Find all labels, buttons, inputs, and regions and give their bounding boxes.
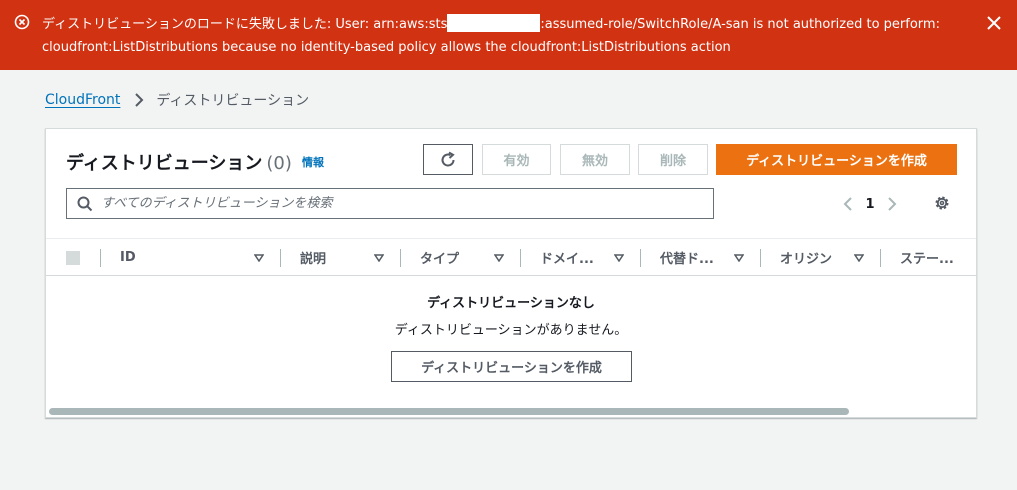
column-label: 代替ド... [660, 252, 714, 267]
column-divider [880, 249, 881, 267]
close-icon[interactable] [985, 14, 1003, 32]
empty-state-description: ディストリビューションがありません。 [394, 323, 628, 338]
chevron-right-icon [888, 197, 897, 211]
sort-caret-icon [734, 254, 744, 262]
error-icon [14, 14, 30, 30]
error-message-prefix: ディストリビューションのロードに失敗しました: User: arn:aws:st… [42, 17, 448, 32]
info-link[interactable]: 情報 [302, 154, 324, 170]
distribution-count: (0) [266, 153, 292, 174]
sort-caret-icon [494, 254, 504, 262]
disable-button[interactable]: 無効 [560, 144, 630, 175]
error-banner: ディストリビューションのロードに失敗しました: User: arn:aws:st… [0, 0, 1017, 70]
search-input[interactable] [101, 196, 691, 211]
redacted-account-id [447, 14, 541, 32]
select-all-checkbox[interactable] [66, 251, 80, 265]
column-divider [760, 249, 761, 267]
scrollbar-thumb[interactable] [49, 408, 849, 415]
column-label: ステー... [900, 252, 954, 267]
refresh-button[interactable] [423, 144, 473, 175]
column-divider [520, 249, 521, 267]
refresh-icon [441, 151, 455, 166]
empty-create-distribution-button[interactable]: ディストリビューションを作成 [391, 351, 632, 382]
column-divider [100, 249, 101, 267]
horizontal-scrollbar[interactable] [46, 405, 976, 417]
sort-caret-icon [374, 254, 384, 262]
sort-caret-icon [614, 254, 624, 262]
column-header-status[interactable]: ステー... [880, 239, 976, 276]
gear-icon[interactable] [933, 194, 951, 212]
delete-button[interactable]: 削除 [638, 144, 708, 175]
prev-page-button[interactable] [838, 194, 858, 214]
page-number[interactable]: 1 [858, 197, 882, 212]
empty-state-title: ディストリビューションなし [427, 296, 595, 311]
column-header-alternate-domain[interactable]: 代替ド... [640, 239, 760, 276]
column-label: タイプ [420, 252, 460, 267]
column-label: ID [120, 250, 136, 265]
search-icon [77, 196, 93, 211]
column-divider [280, 249, 281, 267]
column-divider [400, 249, 401, 267]
column-label: オリジン [780, 252, 833, 267]
distributions-panel: ディストリビューション (0) 情報 有効 無効 削除 ディストリビューションを作… [45, 128, 977, 418]
sort-caret-icon [854, 254, 864, 262]
sort-caret-icon [254, 254, 264, 262]
column-label: 説明 [300, 252, 327, 267]
breadcrumb-cloudfront-link[interactable]: CloudFront [45, 92, 120, 108]
column-header-id[interactable]: ID [100, 239, 280, 276]
next-page-button[interactable] [882, 194, 902, 214]
page-title-text: ディストリビューション [66, 153, 263, 174]
column-label: ドメイ... [540, 252, 594, 267]
chevron-right-icon [135, 93, 144, 107]
breadcrumb: CloudFront ディストリビューション [45, 90, 309, 110]
column-header-description[interactable]: 説明 [280, 239, 400, 276]
error-message: ディストリビューションのロードに失敗しました: User: arn:aws:st… [42, 13, 972, 59]
chevron-left-icon [843, 197, 852, 211]
column-divider [640, 249, 641, 267]
column-header-type[interactable]: タイプ [400, 239, 520, 276]
create-distribution-button[interactable]: ディストリビューションを作成 [716, 144, 957, 175]
breadcrumb-current: ディストリビューション [156, 93, 310, 109]
page-title: ディストリビューション (0) [66, 149, 292, 175]
enable-button[interactable]: 有効 [482, 144, 551, 175]
pagination: 1 [838, 193, 902, 215]
search-box [66, 188, 714, 219]
table-header: ID 説明 タイプ ドメイ... 代替ド... オリジン ステー... [46, 238, 976, 276]
column-header-domain[interactable]: ドメイ... [520, 239, 640, 276]
column-header-origin[interactable]: オリジン [760, 239, 880, 276]
